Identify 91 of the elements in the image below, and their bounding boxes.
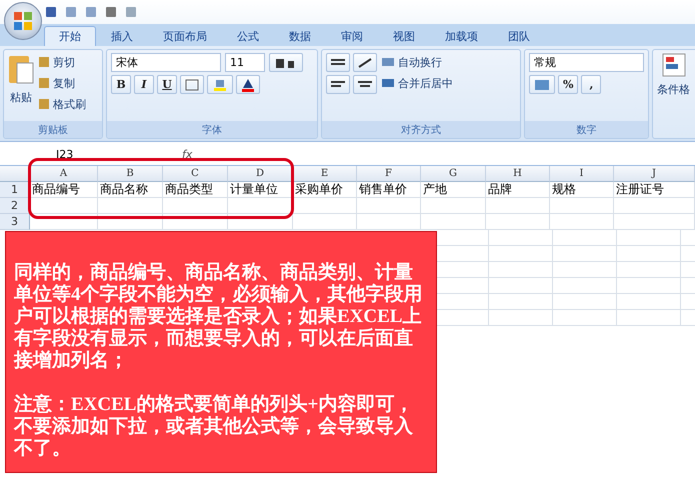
empty-cell[interactable] <box>98 214 163 230</box>
table-cell: 规格 <box>550 182 614 198</box>
align-top-button[interactable] <box>326 53 350 72</box>
column-header[interactable]: C <box>163 166 228 182</box>
font-color-button[interactable] <box>236 75 260 94</box>
column-header[interactable]: G <box>421 166 486 182</box>
empty-cell[interactable] <box>550 198 614 214</box>
empty-cell[interactable] <box>486 214 550 230</box>
orientation-button[interactable] <box>353 53 377 72</box>
ribbon-tab[interactable]: 加载项 <box>430 26 493 46</box>
empty-cell[interactable] <box>421 214 486 230</box>
align-left-icon <box>331 80 345 90</box>
align-center-icon <box>358 80 372 90</box>
empty-cell[interactable] <box>98 198 163 214</box>
empty-cell[interactable] <box>163 214 228 230</box>
column-header[interactable]: B <box>98 166 163 182</box>
table-cell: 计量单位 <box>228 182 293 198</box>
callout-text: 同样的，商品编号、商品名称、商品类别、计量单位等4个字段不能为空，必须输入，其他字段用户可以根据的需要选择是否录入；如果EXCEL上有字段没有显示，而想要导入的，可以在后面直接增加列名； <box>14 262 424 372</box>
column-header[interactable]: H <box>486 166 550 182</box>
clipboard-command[interactable]: 复制 <box>38 74 86 92</box>
clipboard-command[interactable]: 剪切 <box>38 53 86 71</box>
align-left-button[interactable] <box>326 75 350 94</box>
font-style-button[interactable]: B <box>111 75 131 94</box>
ribbon-tab[interactable]: 审阅 <box>326 26 378 46</box>
empty-cell[interactable] <box>614 214 695 230</box>
clipboard-icon <box>8 53 34 85</box>
empty-cell[interactable] <box>293 198 357 214</box>
column-header[interactable]: D <box>228 166 293 182</box>
table-cell: 产地 <box>421 182 486 198</box>
group-title: 字体 <box>107 121 317 138</box>
group-title: 对齐方式 <box>322 121 520 138</box>
empty-cell[interactable] <box>163 198 228 214</box>
select-all-corner[interactable] <box>0 166 30 182</box>
table-cell: 商品编号 <box>30 182 98 198</box>
empty-cell[interactable] <box>614 198 695 214</box>
column-header[interactable]: F <box>357 166 421 182</box>
empty-cell[interactable] <box>293 214 357 230</box>
group-title: 剪贴板 <box>4 121 102 138</box>
slanted-line-icon <box>358 58 372 68</box>
font-style-button[interactable]: I <box>134 75 154 94</box>
comma-button[interactable]: , <box>581 75 602 94</box>
wrap-text-button[interactable]: 自动换行 <box>381 53 453 71</box>
ribbon-tab[interactable]: 数据 <box>274 26 326 46</box>
table-cell: 商品名称 <box>98 182 163 198</box>
paste-button[interactable]: 粘贴 <box>10 88 32 106</box>
column-header[interactable]: I <box>550 166 614 182</box>
empty-cell[interactable] <box>550 214 614 230</box>
column-header[interactable]: A <box>30 166 98 182</box>
ribbon-tab[interactable]: 公式 <box>222 26 274 46</box>
clipboard-command[interactable]: 格式刷 <box>38 95 86 113</box>
callout-text: 注意：EXCEL的格式要简单的列头+内容即可，不要添加如下拉，或者其他公式等，会导致导入不了。 <box>14 394 414 460</box>
name-box[interactable]: I23 <box>6 148 126 161</box>
table-cell: 销售单价 <box>357 182 421 198</box>
table-cell: 注册证号 <box>614 182 695 198</box>
ribbon-tab[interactable]: 页面布局 <box>148 26 222 46</box>
column-header[interactable]: E <box>293 166 357 182</box>
conditional-format-button[interactable]: 条件格 <box>657 80 690 98</box>
empty-cell[interactable] <box>228 214 293 230</box>
office-logo-icon <box>13 11 33 31</box>
number-format-field[interactable]: 常规 <box>529 53 644 72</box>
empty-cell[interactable] <box>357 214 421 230</box>
table-cell: 品牌 <box>486 182 550 198</box>
row-header[interactable]: 1 <box>0 182 30 198</box>
ribbon-tab[interactable]: 开始 <box>44 26 96 46</box>
table-cell: 采购单价 <box>293 182 357 198</box>
merge-center-button[interactable]: 合并后居中 <box>381 74 453 92</box>
fill-color-button[interactable] <box>207 75 233 94</box>
font-grow-button[interactable] <box>269 53 303 72</box>
currency-button[interactable] <box>529 75 555 94</box>
empty-cell[interactable] <box>486 198 550 214</box>
empty-cell[interactable] <box>421 198 486 214</box>
ribbon-tab[interactable]: 视图 <box>378 26 430 46</box>
percent-button[interactable]: % <box>558 75 578 94</box>
ribbon-tab[interactable]: 插入 <box>96 26 148 46</box>
group-title: 数字 <box>525 121 648 138</box>
conditional-format-icon <box>662 53 686 77</box>
row-header[interactable]: 2 <box>0 198 30 214</box>
border-button[interactable] <box>180 75 204 94</box>
ribbon-tab[interactable]: 团队 <box>493 26 545 46</box>
align-top-icon <box>331 58 345 68</box>
font-size-field[interactable]: 11 <box>225 53 265 72</box>
align-center-button[interactable] <box>353 75 377 94</box>
table-cell: 商品类型 <box>163 182 228 198</box>
font-color-icon <box>241 78 255 92</box>
font-name-field[interactable]: 宋体 <box>111 53 221 72</box>
column-header[interactable]: J <box>614 166 695 182</box>
border-icon <box>185 78 199 90</box>
font-style-button[interactable]: U <box>157 75 177 94</box>
formula-label: fx <box>181 148 192 161</box>
empty-cell[interactable] <box>357 198 421 214</box>
row-header[interactable]: 3 <box>0 214 30 230</box>
